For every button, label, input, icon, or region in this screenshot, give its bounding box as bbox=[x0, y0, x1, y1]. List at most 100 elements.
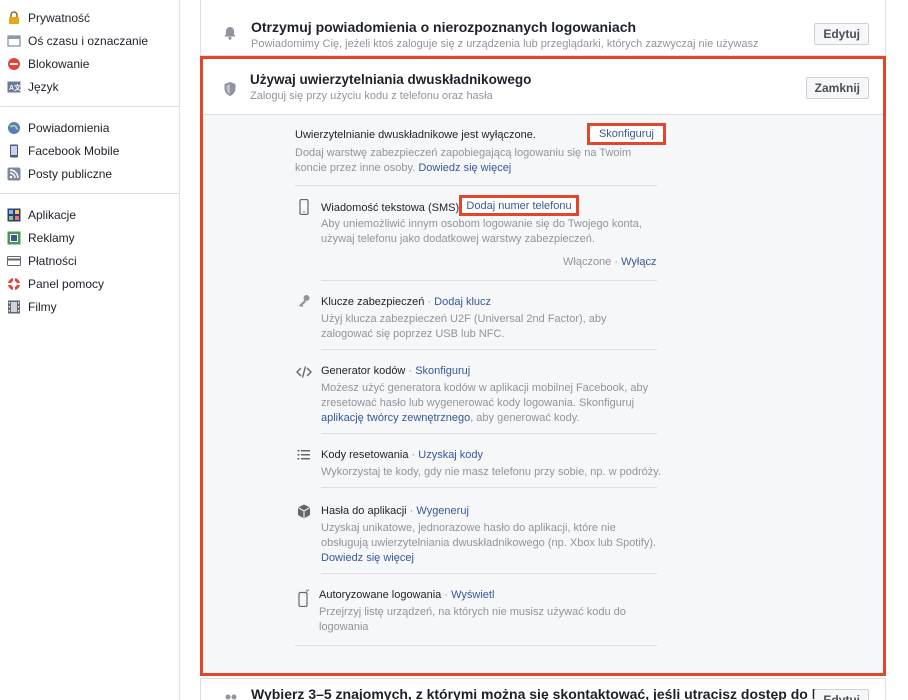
authorized-device-icon bbox=[295, 589, 313, 607]
third-party-app-link[interactable]: aplikację twórcy zewnętrznego bbox=[321, 412, 470, 424]
sidebar-item-help[interactable]: Panel pomocy bbox=[0, 272, 179, 295]
sidebar-item-ads[interactable]: Reklamy bbox=[0, 226, 179, 249]
view-authorized-link[interactable]: Wyświetl bbox=[451, 589, 494, 601]
recovery-codes-title: Kody resetowania bbox=[321, 449, 409, 461]
sms-disable-link[interactable]: Wyłącz bbox=[621, 256, 656, 268]
login-alerts-subtitle: Powiadomimy Cię, jeżeli ktoś zaloguje si… bbox=[251, 38, 759, 50]
sms-status: Włączone · Wyłącz bbox=[563, 256, 656, 268]
sidebar-group-notifications: Powiadomienia Facebook Mobile Posty publ… bbox=[0, 114, 179, 187]
trusted-contacts-title: Wybierz 3–5 znajomych, z którymi można s… bbox=[251, 686, 850, 700]
sidebar-item-privacy[interactable]: Prywatność bbox=[0, 6, 179, 29]
generate-password-link[interactable]: Wygeneruj bbox=[416, 505, 468, 517]
recovery-codes-desc: Wykorzystaj te kody, gdy nie masz telefo… bbox=[321, 466, 662, 478]
sidebar-divider bbox=[0, 193, 179, 194]
add-key-link[interactable]: Dodaj klucz bbox=[434, 296, 491, 308]
sidebar-item-label: Język bbox=[28, 79, 59, 94]
close-two-factor-button[interactable]: Zamknij bbox=[805, 77, 869, 99]
edit-trusted-contacts-button[interactable]: Edytuj bbox=[814, 689, 869, 700]
login-alerts-text: Otrzymuj powiadomienia o nierozpoznanych… bbox=[251, 19, 758, 50]
divider bbox=[321, 433, 657, 434]
lock-icon bbox=[6, 10, 21, 25]
sidebar-divider bbox=[0, 106, 179, 107]
security-keys-desc: Użyj klucza zabezpieczeń U2F (Universal … bbox=[321, 313, 607, 340]
recovery-codes-title-row: Kody resetowania · Uzyskaj kody bbox=[321, 448, 683, 463]
sidebar-item-mobile[interactable]: Facebook Mobile bbox=[0, 139, 179, 162]
sidebar-group-privacy: Prywatność Oś czasu i oznaczanie Blokowa… bbox=[0, 0, 179, 100]
separator-dot: · bbox=[409, 505, 414, 517]
app-passwords-learn-more-link[interactable]: Dowiedz się więcej bbox=[321, 552, 414, 564]
mobile-icon bbox=[6, 143, 21, 158]
sidebar-item-label: Powiadomienia bbox=[28, 120, 110, 135]
shield-icon bbox=[223, 81, 237, 102]
get-codes-link[interactable]: Uzyskaj kody bbox=[418, 449, 483, 461]
phone-icon bbox=[295, 198, 313, 216]
configure-generator-link[interactable]: Skonfiguruj bbox=[415, 365, 470, 377]
code-generator-title: Generator kodów bbox=[321, 365, 406, 377]
configure-two-factor-label: Skonfiguruj bbox=[598, 128, 655, 140]
sms-desc: Aby uniemożliwić innym osobom logowanie … bbox=[321, 218, 642, 245]
sidebar-item-notifications[interactable]: Powiadomienia bbox=[0, 116, 179, 139]
sidebar-item-apps[interactable]: Aplikacje bbox=[0, 203, 179, 226]
box-icon bbox=[295, 502, 313, 520]
rss-icon bbox=[6, 166, 21, 181]
two-factor-status-desc: Dodaj warstwę zabezpieczeń zapobiegającą… bbox=[295, 146, 657, 176]
ads-icon bbox=[6, 230, 21, 245]
code-generator-desc-text: Możesz użyć generatora kodów w aplikacji… bbox=[321, 382, 649, 409]
separator-dot: · bbox=[408, 365, 413, 377]
app-passwords-desc: Uzyskaj unikatowe, jednorazowe hasło do … bbox=[321, 521, 661, 566]
language-icon: A文 bbox=[6, 79, 21, 94]
people-icon bbox=[223, 693, 239, 700]
key-icon bbox=[295, 292, 313, 310]
two-factor-title-block: Używaj uwierzytelniania dwuskładnikowego… bbox=[250, 72, 531, 102]
sidebar-item-label: Blokowanie bbox=[28, 56, 90, 71]
code-generator-desc: Możesz użyć generatora kodów w aplikacji… bbox=[321, 381, 663, 426]
separator-dot: · bbox=[444, 589, 449, 601]
login-alerts-title: Otrzymuj powiadomienia o nierozpoznanych… bbox=[251, 19, 637, 35]
sms-enabled-label: Włączone bbox=[563, 256, 612, 268]
divider bbox=[321, 573, 657, 574]
sidebar-item-label: Aplikacje bbox=[28, 207, 77, 222]
sms-title: Wiadomość tekstowa (SMS) bbox=[321, 202, 460, 214]
add-phone-number-link[interactable]: Dodaj numer telefonu bbox=[459, 195, 579, 216]
sidebar-item-label: Panel pomocy bbox=[28, 276, 105, 291]
two-factor-status-text: Uwierzytelnianie dwuskładnikowe jest wył… bbox=[295, 129, 536, 141]
globe-icon bbox=[6, 120, 21, 135]
sidebar-item-label: Posty publiczne bbox=[28, 166, 113, 181]
sidebar-item-payments[interactable]: Płatności bbox=[0, 249, 179, 272]
settings-page: Prywatność Oś czasu i oznaczanie Blokowa… bbox=[0, 0, 908, 700]
two-factor-title: Używaj uwierzytelniania dwuskładnikowego bbox=[250, 72, 532, 87]
trusted-contacts-section: Wybierz 3–5 znajomych, z którymi można s… bbox=[200, 678, 886, 700]
settings-sidebar: Prywatność Oś czasu i oznaczanie Blokowa… bbox=[0, 0, 180, 700]
sidebar-item-public-posts[interactable]: Posty publiczne bbox=[0, 162, 179, 185]
two-factor-header: Używaj uwierzytelniania dwuskładnikowego… bbox=[203, 59, 883, 115]
authorized-logins-title: Autoryzowane logowania bbox=[319, 589, 442, 601]
learn-more-link[interactable]: Dowiedz się więcej bbox=[418, 162, 511, 174]
sidebar-item-blocking[interactable]: Blokowanie bbox=[0, 52, 179, 75]
app-passwords-desc-text: Uzyskaj unikatowe, jednorazowe hasło do … bbox=[321, 522, 657, 549]
code-icon bbox=[295, 363, 313, 381]
sidebar-item-label: Reklamy bbox=[28, 230, 75, 245]
sidebar-item-label: Filmy bbox=[28, 299, 57, 314]
sidebar-item-language[interactable]: A文 Język bbox=[0, 75, 179, 98]
separator-dot: · bbox=[427, 296, 432, 308]
settings-main: Otrzymuj powiadomienia o nierozpoznanych… bbox=[200, 0, 886, 700]
configure-two-factor-link[interactable]: Skonfiguruj bbox=[587, 123, 666, 145]
sidebar-item-label: Facebook Mobile bbox=[28, 143, 120, 158]
security-keys-title-row: Klucze zabezpieczeń · Dodaj klucz bbox=[321, 295, 683, 310]
film-icon bbox=[6, 299, 21, 314]
apps-icon bbox=[6, 207, 21, 222]
sidebar-item-videos[interactable]: Filmy bbox=[0, 295, 179, 318]
divider bbox=[295, 185, 657, 186]
app-passwords-title: Hasła do aplikacji bbox=[321, 505, 407, 517]
list-icon bbox=[295, 446, 313, 464]
separator-dot: · bbox=[411, 449, 416, 461]
sidebar-group-apps: Aplikacje Reklamy Płatności Panel pomocy bbox=[0, 201, 179, 320]
security-keys-title: Klucze zabezpieczeń bbox=[321, 296, 425, 308]
edit-login-alerts-button[interactable]: Edytuj bbox=[814, 23, 869, 45]
bell-icon bbox=[223, 26, 237, 45]
block-icon bbox=[6, 56, 21, 71]
svg-text:A文: A文 bbox=[9, 83, 21, 92]
two-factor-section: Używaj uwierzytelniania dwuskładnikowego… bbox=[200, 56, 886, 676]
sidebar-item-label: Płatności bbox=[28, 253, 77, 268]
sidebar-item-timeline[interactable]: Oś czasu i oznaczanie bbox=[0, 29, 179, 52]
